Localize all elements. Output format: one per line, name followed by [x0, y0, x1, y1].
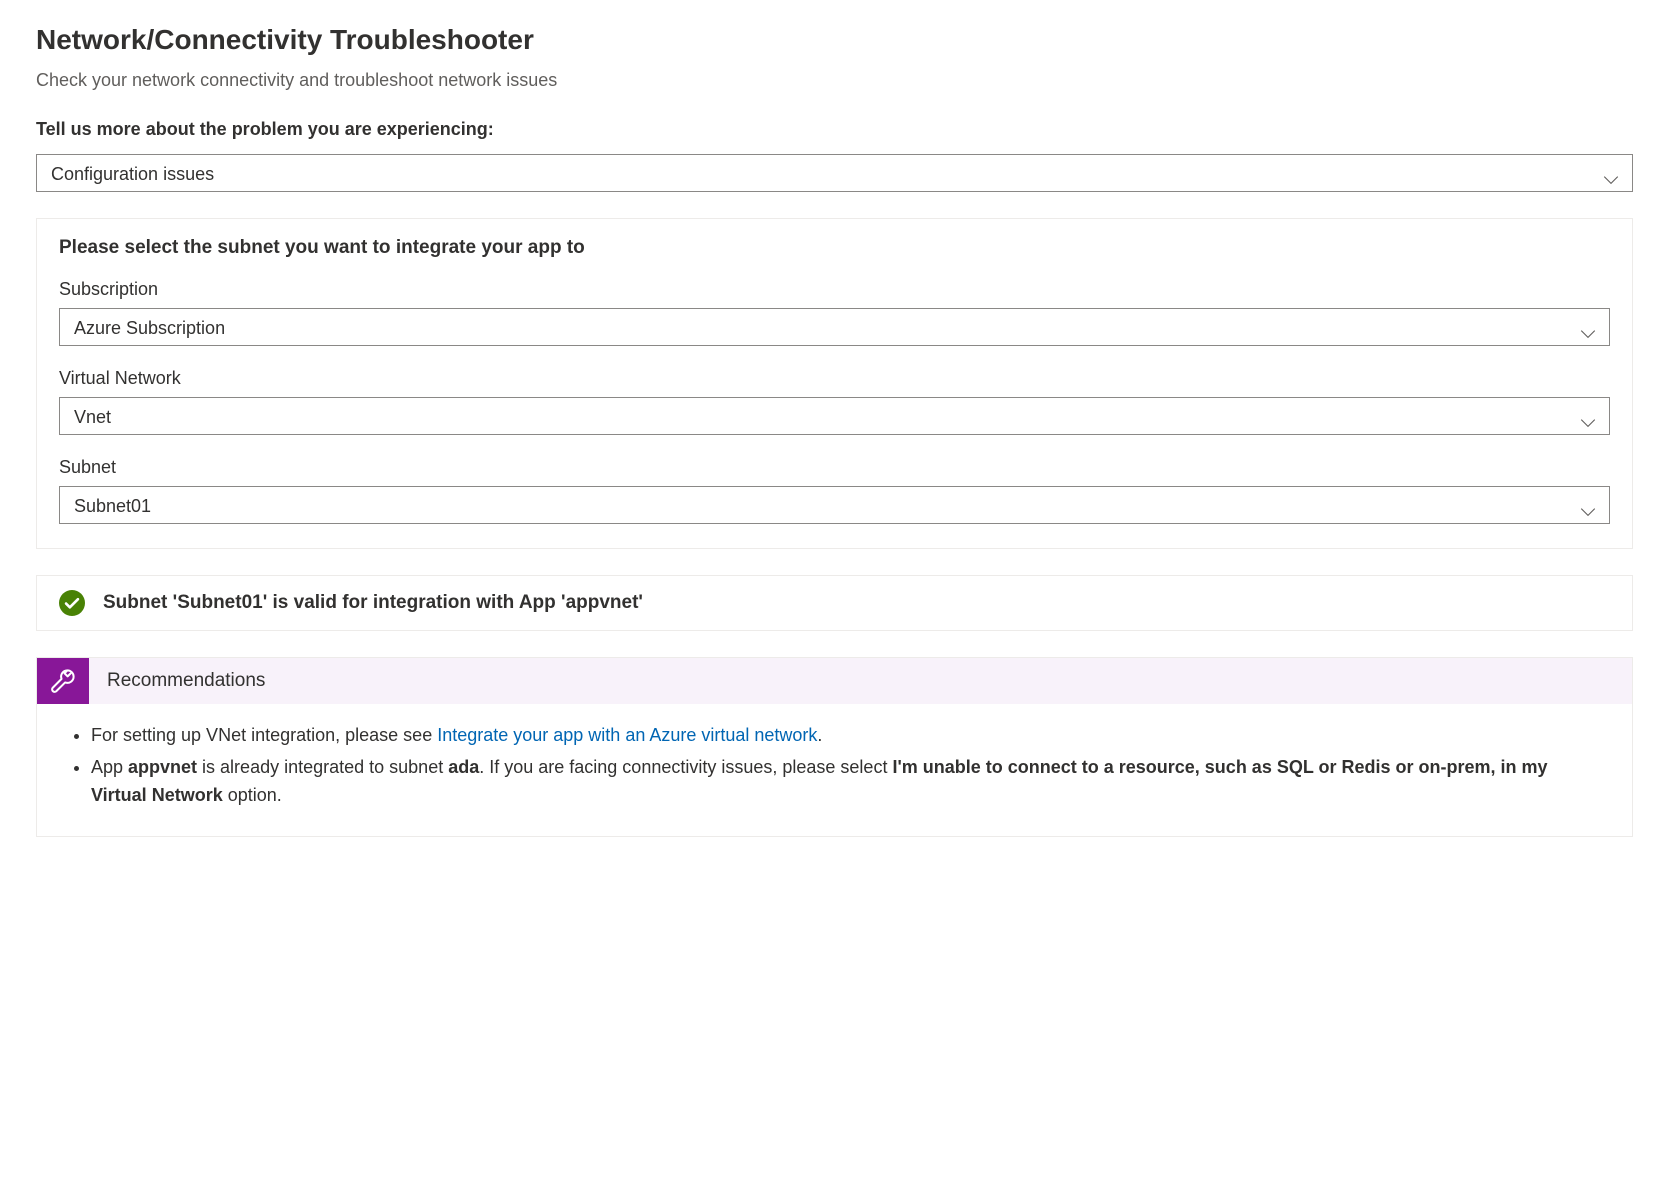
- problem-select[interactable]: Configuration issues: [36, 154, 1633, 192]
- page-title: Network/Connectivity Troubleshooter: [36, 24, 1633, 56]
- vnet-label: Virtual Network: [59, 368, 1610, 389]
- status-subnet-name: 'Subnet01': [173, 592, 268, 613]
- vnet-select-value: Vnet: [74, 407, 111, 427]
- status-app-name: 'appvnet': [561, 592, 643, 613]
- chevron-down-icon: [1579, 496, 1597, 514]
- subnet-card-heading: Please select the subnet you want to int…: [59, 237, 1610, 259]
- rec2-p2: is already integrated to subnet: [197, 757, 448, 777]
- subscription-select[interactable]: Azure Subscription: [59, 308, 1610, 346]
- subnet-select[interactable]: Subnet01: [59, 486, 1610, 524]
- recommendations-body: For setting up VNet integration, please …: [37, 704, 1632, 836]
- recommendations-title: Recommendations: [89, 658, 283, 704]
- chevron-down-icon: [1602, 164, 1620, 182]
- recommendations-panel: Recommendations For setting up VNet inte…: [36, 657, 1633, 837]
- problem-prompt: Tell us more about the problem you are e…: [36, 119, 1633, 140]
- subnet-select-value: Subnet01: [74, 496, 151, 516]
- problem-select-value: Configuration issues: [51, 164, 214, 184]
- recommendations-header: Recommendations: [37, 658, 1632, 704]
- vnet-select[interactable]: Vnet: [59, 397, 1610, 435]
- validation-status: Subnet 'Subnet01' is valid for integrati…: [36, 575, 1633, 631]
- status-prefix: Subnet: [103, 592, 173, 613]
- chevron-down-icon: [1579, 318, 1597, 336]
- rec2-p3: . If you are facing connectivity issues,…: [479, 757, 892, 777]
- validation-status-text: Subnet 'Subnet01' is valid for integrati…: [103, 592, 643, 614]
- rec1-suffix: .: [817, 725, 822, 745]
- rec2-p1: App: [91, 757, 128, 777]
- rec1-prefix: For setting up VNet integration, please …: [91, 725, 437, 745]
- rec2-app: appvnet: [128, 757, 197, 777]
- chevron-down-icon: [1579, 407, 1597, 425]
- recommendation-item-1: For setting up VNet integration, please …: [91, 722, 1606, 750]
- wrench-icon: [37, 658, 89, 704]
- subnet-select-card: Please select the subnet you want to int…: [36, 218, 1633, 549]
- success-check-icon: [59, 590, 85, 616]
- vnet-integration-link[interactable]: Integrate your app with an Azure virtual…: [437, 725, 817, 745]
- rec2-p4: option.: [223, 785, 282, 805]
- subnet-label: Subnet: [59, 457, 1610, 478]
- status-middle: is valid for integration with App: [267, 592, 561, 613]
- rec2-subnet: ada: [448, 757, 479, 777]
- subscription-label: Subscription: [59, 279, 1610, 300]
- page-subtitle: Check your network connectivity and trou…: [36, 70, 1633, 91]
- recommendation-item-2: App appvnet is already integrated to sub…: [91, 754, 1606, 810]
- subscription-select-value: Azure Subscription: [74, 318, 225, 338]
